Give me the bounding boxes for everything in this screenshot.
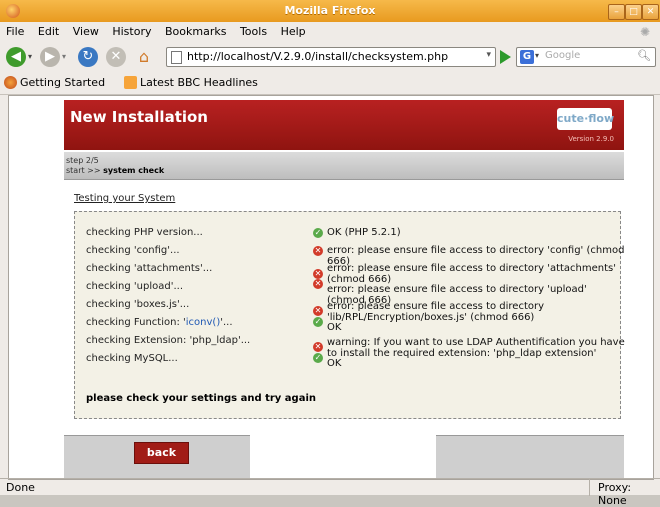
section-title: Testing your System (74, 193, 176, 204)
back-history-dropdown-icon[interactable]: ▾ (28, 52, 32, 61)
cuteflow-logo: cute·flow (557, 108, 614, 130)
url-dropdown-icon[interactable]: ▾ (486, 50, 491, 60)
rss-feed-icon (124, 76, 137, 89)
bookmark-label: Getting Started (20, 76, 106, 89)
check-result: OK (PHP 5.2.1) (327, 227, 401, 238)
error-x-icon: ✕ (313, 246, 323, 256)
check-result: OK (327, 358, 342, 369)
back-button[interactable]: back (134, 442, 189, 464)
bookmark-bbc-headlines[interactable]: Latest BBC Headlines (124, 76, 258, 89)
breadcrumb-prefix: start >> (66, 166, 104, 175)
google-search-engine-icon[interactable]: G (520, 50, 534, 64)
menu-file[interactable]: File (6, 22, 24, 42)
throbber-icon: ✺ (639, 25, 650, 39)
error-x-icon: ✕ (313, 269, 323, 279)
error-x-icon: ✕ (313, 279, 323, 289)
final-message: please check your settings and try again (86, 393, 316, 404)
check-label: checking Extension: 'php_ldap'... (86, 335, 251, 346)
bookmark-label: Latest BBC Headlines (140, 76, 258, 89)
home-icon[interactable]: ⌂ (134, 47, 154, 67)
check-result: error: please ensure file access to dire… (327, 301, 545, 323)
proxy-status-text: Proxy: None (598, 481, 632, 507)
maximize-button[interactable]: □ (625, 4, 642, 20)
check-label: checking Function: 'iconv()'... (86, 317, 233, 328)
footer-right-panel (436, 435, 624, 479)
check-result: error: please ensure file access to dire… (327, 263, 616, 285)
stop-icon[interactable]: ✕ (106, 47, 126, 67)
menu-view[interactable]: View (73, 22, 99, 42)
menu-edit[interactable]: Edit (38, 22, 59, 42)
check-label: checking MySQL... (86, 353, 178, 364)
check-label: checking 'boxes.js'... (86, 299, 190, 310)
forward-arrow-icon[interactable]: ▶ (40, 47, 60, 67)
search-box[interactable]: G ▾ Google 🔍︎ (516, 47, 656, 67)
ok-check-icon: ✓ (313, 317, 323, 327)
status-text: Done (6, 481, 35, 494)
check-result: warning: If you want to use LDAP Authent… (327, 337, 625, 359)
title-bar: Mozilla Firefox – □ ✕ (0, 0, 660, 22)
breadcrumb: start >> system check (66, 166, 164, 175)
navigation-toolbar: ◀ ▾ ▶ ▾ ↻ ✕ ⌂ http://localhost/V.2.9.0/i… (0, 42, 660, 72)
iconv-function-name: iconv() (185, 317, 221, 328)
url-text: http://localhost/V.2.9.0/install/checksy… (187, 50, 449, 63)
check-label: checking 'config'... (86, 245, 180, 256)
search-placeholder: Google (545, 50, 581, 61)
step-bar: step 2/5 start >> system check (64, 151, 624, 180)
content-area: New Installation cute·flow Version 2.9.0… (8, 95, 654, 480)
check-label: checking 'attachments'... (86, 263, 213, 274)
check-label-suffix: '... (220, 317, 233, 328)
step-indicator: step 2/5 (66, 156, 99, 165)
minimize-button[interactable]: – (608, 4, 625, 20)
bookmark-getting-started[interactable]: Getting Started (4, 76, 105, 89)
check-label: checking 'upload'... (86, 281, 184, 292)
check-label: checking PHP version... (86, 227, 203, 238)
forward-history-dropdown-icon[interactable]: ▾ (62, 52, 66, 61)
installer-page: New Installation cute·flow Version 2.9.0… (64, 100, 625, 479)
version-label: Version 2.9.0 (568, 135, 614, 143)
menu-history[interactable]: History (112, 22, 151, 42)
browser-window: Mozilla Firefox – □ ✕ File Edit View His… (0, 0, 660, 507)
menu-bookmarks[interactable]: Bookmarks (165, 22, 226, 42)
proxy-status-panel[interactable]: Proxy: None (589, 479, 660, 507)
page-icon (171, 51, 182, 64)
close-button[interactable]: ✕ (642, 4, 659, 20)
search-magnifier-icon[interactable]: 🔍︎ (637, 49, 651, 62)
reload-icon[interactable]: ↻ (78, 47, 98, 67)
ok-check-icon: ✓ (313, 353, 323, 363)
check-result: OK (327, 322, 342, 333)
error-x-icon: ✕ (313, 342, 323, 352)
breadcrumb-current: system check (103, 166, 165, 175)
menu-help[interactable]: Help (281, 22, 306, 42)
page-title: New Installation (70, 108, 208, 126)
status-bar: Done Proxy: None (0, 478, 660, 507)
page-header: New Installation cute·flow Version 2.9.0 (64, 100, 624, 150)
bookmarks-toolbar: Getting Started Latest BBC Headlines (0, 72, 660, 95)
error-x-icon: ✕ (313, 306, 323, 316)
getting-started-icon (4, 76, 17, 89)
system-check-panel: checking PHP version... ✓ OK (PHP 5.2.1)… (74, 211, 625, 419)
window-title: Mozilla Firefox (284, 4, 376, 17)
check-label-prefix: checking Function: ' (86, 317, 186, 328)
url-bar[interactable]: http://localhost/V.2.9.0/install/checksy… (166, 47, 496, 67)
back-arrow-icon[interactable]: ◀ (6, 47, 26, 67)
menu-bar: File Edit View History Bookmarks Tools H… (0, 22, 660, 42)
ok-check-icon: ✓ (313, 228, 323, 238)
go-arrow-icon[interactable] (500, 50, 511, 64)
menu-tools[interactable]: Tools (240, 22, 267, 42)
search-engine-dropdown-icon[interactable]: ▾ (535, 51, 539, 60)
